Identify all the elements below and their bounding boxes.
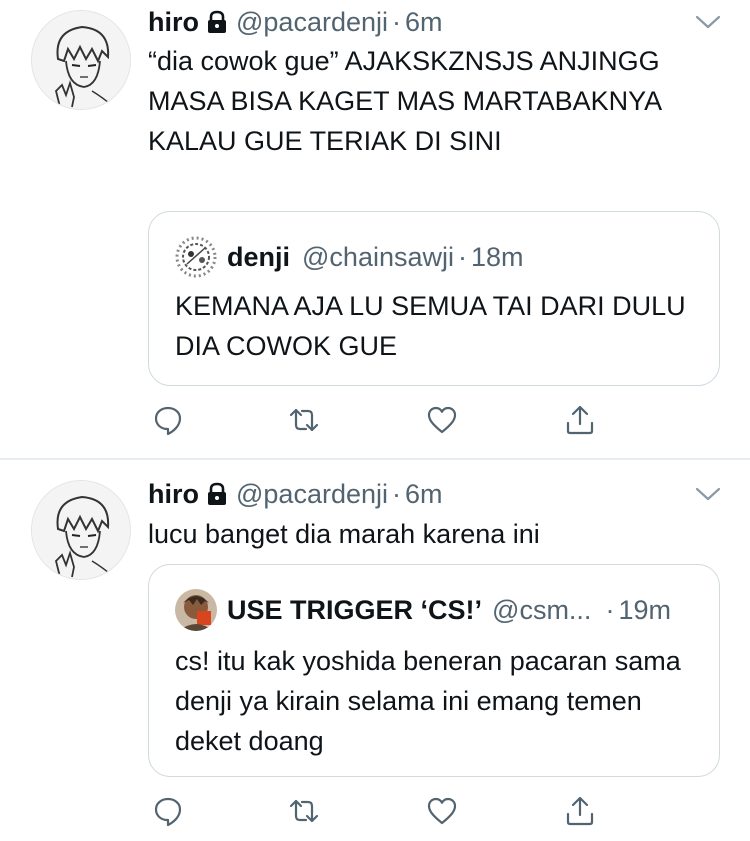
quoted-text: KEMANA AJA LU SEMUA TAI DARI DULU DIA CO… — [175, 291, 686, 361]
reply-icon — [154, 797, 182, 827]
tweet[interactable]: hiro @pacardenji · 6m lucu banget dia ma… — [0, 460, 750, 841]
quoted-author-handle: @chainsawji — [302, 241, 454, 272]
quoted-avatar — [175, 236, 217, 278]
quoted-author-handle: @csm... — [492, 594, 592, 625]
quoted-timestamp: 18m — [470, 241, 524, 272]
share-icon — [566, 796, 594, 826]
quoted-header: denji @chainsawji · 18m — [227, 237, 524, 277]
quoted-tweet[interactable]: USE TRIGGER ‘CS!’ @csm... · 19m cs! itu … — [148, 564, 720, 777]
quoted-author-name: USE TRIGGER ‘CS!’ — [227, 594, 483, 625]
chevron-down-icon[interactable] — [694, 12, 722, 32]
quoted-header: USE TRIGGER ‘CS!’ @csm... · 19m — [227, 590, 671, 630]
author-name[interactable]: hiro — [148, 7, 199, 38]
tweet-text: “dia cowok gue” AJAKSKZNSJS ANJINGG MASA… — [148, 46, 661, 156]
tweet-header: hiro @pacardenji · 6m — [148, 474, 443, 514]
quoted-avatar — [175, 589, 217, 631]
separator-dot: · — [605, 594, 615, 625]
like-button[interactable] — [422, 400, 462, 440]
quoted-timestamp: 19m — [618, 594, 671, 625]
share-button[interactable] — [560, 791, 600, 831]
retweet-button[interactable] — [284, 791, 324, 831]
avatar-drawing — [32, 11, 130, 109]
quoted-text: cs! itu kak yoshida beneran pacaran sama… — [175, 646, 681, 756]
timestamp[interactable]: 6m — [405, 479, 443, 510]
lock-icon — [206, 482, 228, 506]
retweet-icon — [289, 799, 319, 823]
avatar-drawing — [32, 481, 130, 579]
author-name[interactable]: hiro — [148, 479, 199, 510]
action-bar — [148, 791, 608, 831]
like-icon — [427, 797, 457, 825]
tweet-header: hiro @pacardenji · 6m — [148, 2, 443, 42]
timestamp[interactable]: 6m — [405, 7, 443, 38]
quoted-tweet[interactable]: denji @chainsawji · 18m KEMANA AJA LU SE… — [148, 211, 720, 386]
share-button[interactable] — [560, 400, 600, 440]
share-icon — [566, 405, 594, 435]
quoted-author-name: denji — [227, 241, 291, 272]
like-icon — [427, 406, 457, 434]
retweet-icon — [289, 408, 319, 432]
action-bar — [148, 400, 608, 440]
reply-button[interactable] — [148, 791, 188, 831]
separator-dot: · — [392, 6, 401, 37]
separator-dot: · — [392, 478, 401, 509]
retweet-button[interactable] — [284, 400, 324, 440]
tweet-text: lucu banget dia marah karena ini — [148, 519, 540, 549]
like-button[interactable] — [422, 791, 462, 831]
tweet[interactable]: hiro @pacardenji · 6m “dia cowok gue” AJ… — [0, 0, 750, 458]
avatar[interactable] — [31, 480, 131, 580]
reply-button[interactable] — [148, 400, 188, 440]
avatar[interactable] — [31, 10, 131, 110]
author-handle[interactable]: @pacardenji — [236, 7, 388, 38]
reply-icon — [154, 406, 182, 436]
chevron-down-icon[interactable] — [694, 484, 722, 504]
author-handle[interactable]: @pacardenji — [236, 479, 388, 510]
lock-icon — [206, 10, 228, 34]
separator-dot: · — [457, 241, 467, 272]
